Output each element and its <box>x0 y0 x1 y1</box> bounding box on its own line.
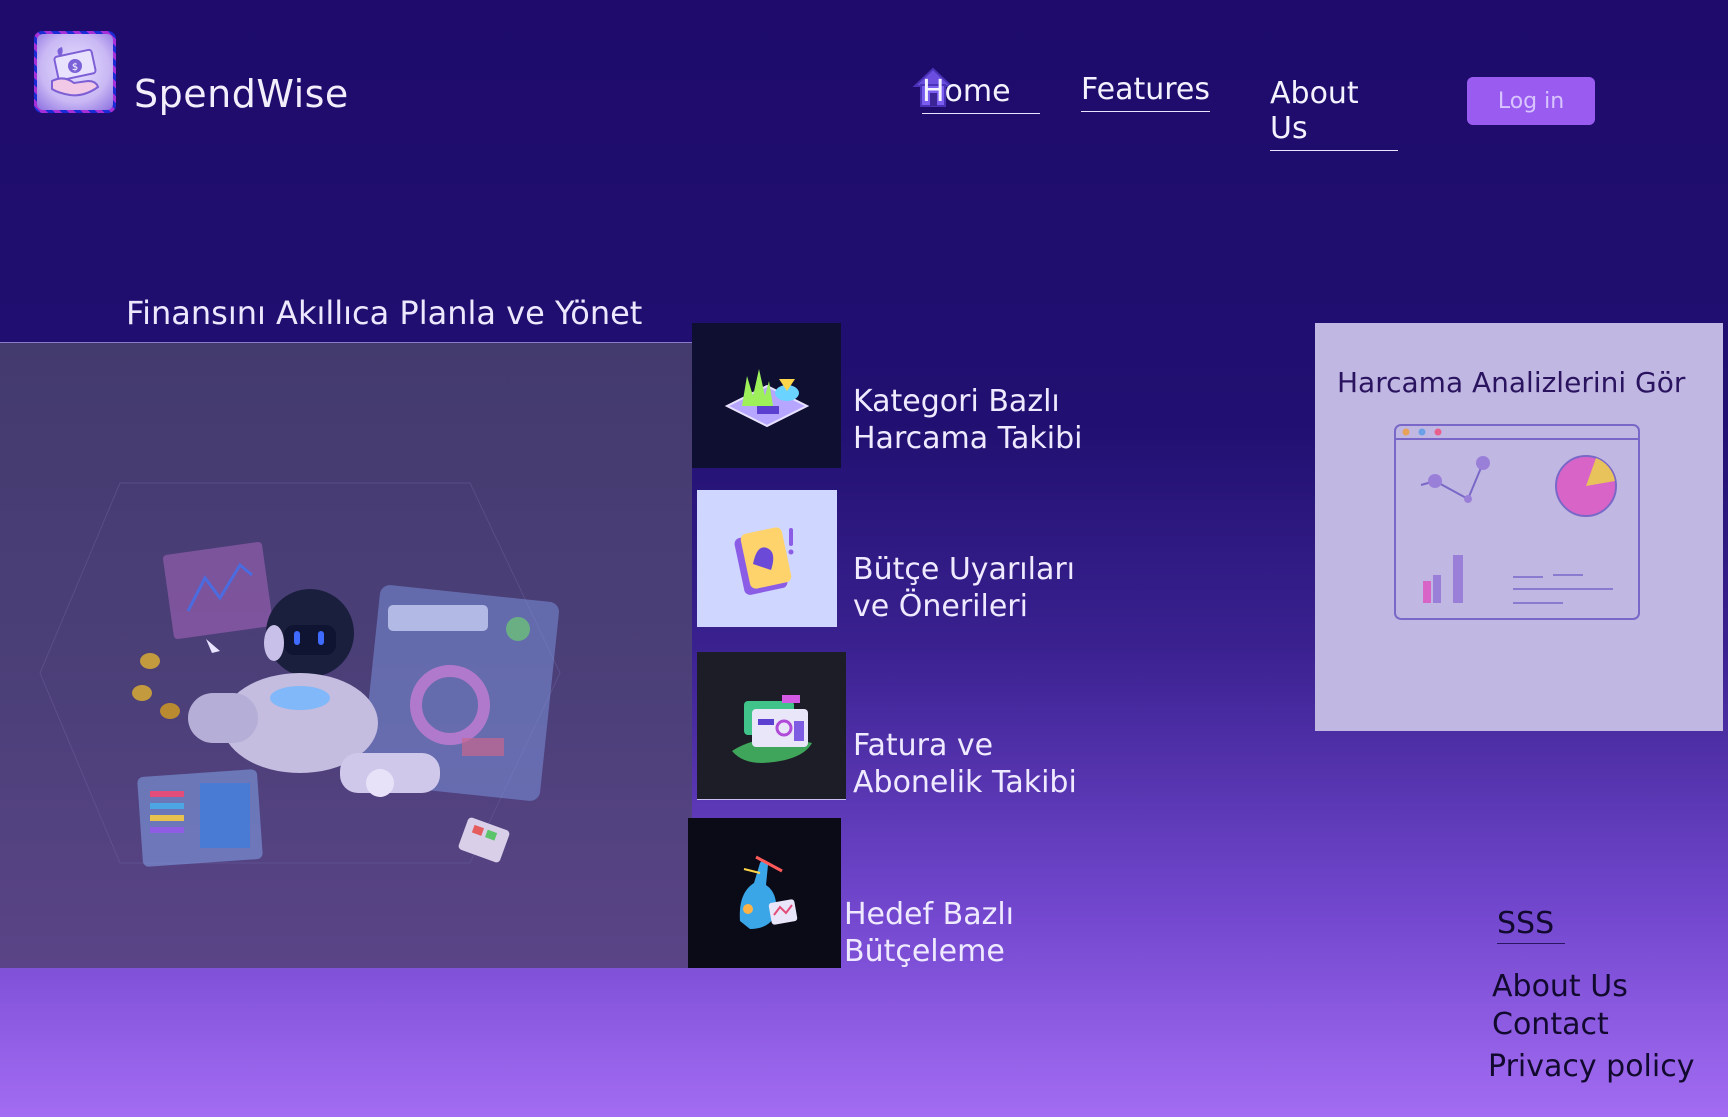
hero-title: Finansını Akıllıca Planla ve Yönet <box>126 294 643 332</box>
footer-contact[interactable]: Contact <box>1492 1007 1609 1042</box>
footer-privacy-policy[interactable]: Privacy policy <box>1488 1049 1694 1084</box>
feature-title-line2: ve Önerileri <box>853 589 1028 624</box>
bill-cards-icon <box>731 694 812 763</box>
feature-title-line2: Bütçeleme <box>844 934 1005 969</box>
feature-budget-alerts[interactable]: Bütçe Uyarıları ve Önerileri <box>853 551 1083 625</box>
feature-image-budget-alerts <box>697 490 837 627</box>
svg-text:$: $ <box>72 62 78 73</box>
dashboard-illustration <box>1393 423 1643 627</box>
feature-image-goal-budgeting <box>688 818 841 968</box>
footer-faq[interactable]: SSS <box>1497 906 1565 944</box>
feature-goal-budgeting[interactable]: Hedef Bazlı Bütçeleme <box>844 896 1074 970</box>
logo[interactable]: $ <box>34 31 116 113</box>
spending-analysis-title: Harcama Analizlerini Gör <box>1337 366 1686 399</box>
feature-image-bill-tracking <box>697 652 846 800</box>
nav-about-us[interactable]: About Us <box>1270 76 1398 151</box>
hero-illustration <box>0 343 692 968</box>
nav-home[interactable]: Home <box>922 74 1040 114</box>
feature-image-category-tracking <box>692 323 841 468</box>
feature-title-line1: Fatura ve <box>853 728 994 763</box>
category-chart-icon <box>724 368 809 427</box>
login-button[interactable]: Log in <box>1467 77 1595 125</box>
goal-hand-icon <box>739 855 797 929</box>
feature-bill-tracking[interactable]: Fatura ve Abonelik Takibi <box>853 727 1083 801</box>
feature-title-line1: Kategori Bazlı <box>853 384 1060 419</box>
feature-title-line2: Harcama Takibi <box>853 421 1083 456</box>
feature-category-tracking[interactable]: Kategori Bazlı Harcama Takibi <box>853 383 1083 457</box>
brand-name: SpendWise <box>134 72 349 116</box>
footer-about-us[interactable]: About Us <box>1492 969 1628 1004</box>
nav-features[interactable]: Features <box>1081 72 1210 112</box>
feature-title-line1: Hedef Bazlı <box>844 897 1014 932</box>
hand-money-icon: $ <box>37 34 113 110</box>
alert-book-icon <box>734 526 794 595</box>
feature-title-line1: Bütçe Uyarıları <box>853 552 1075 587</box>
feature-title-line2: Abonelik Takibi <box>853 765 1077 800</box>
